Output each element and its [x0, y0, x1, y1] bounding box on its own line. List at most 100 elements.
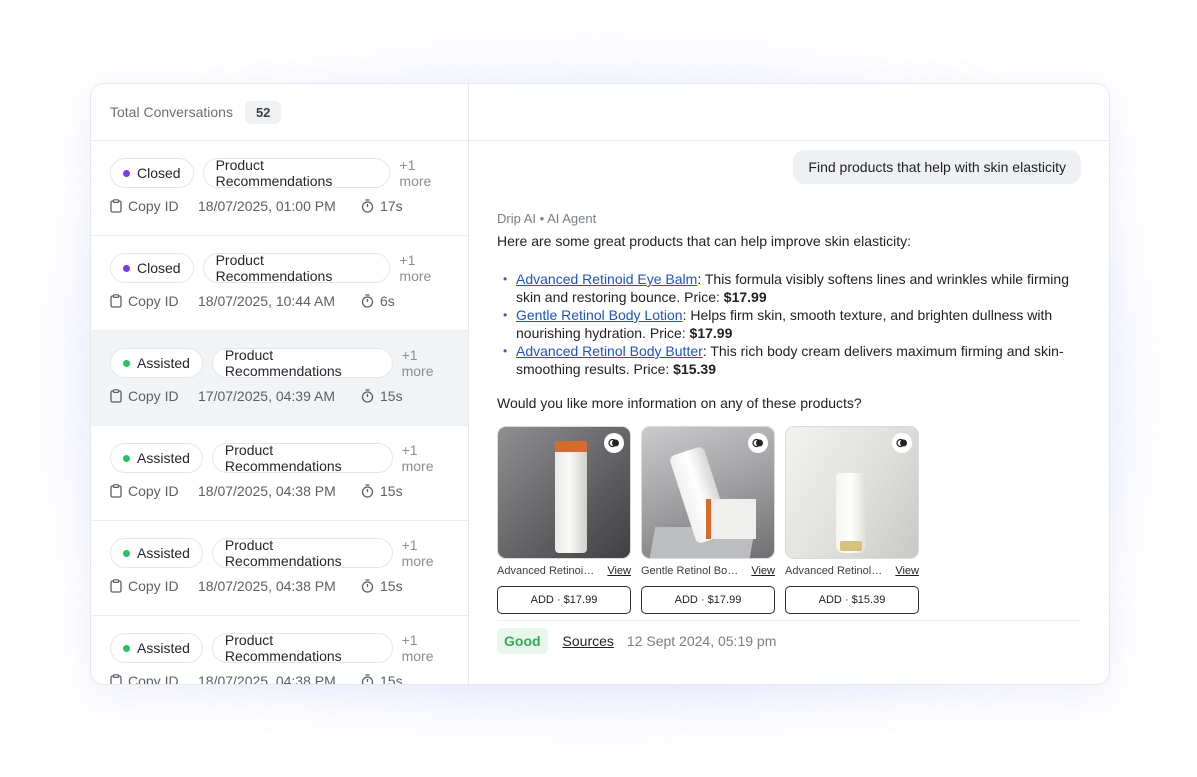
duration-label: 15s: [380, 578, 403, 594]
more-tags[interactable]: +1 more: [402, 442, 449, 474]
more-tags[interactable]: +1 more: [399, 252, 449, 284]
total-conversations-count: 52: [244, 100, 282, 124]
more-tags[interactable]: +1 more: [399, 157, 449, 189]
copy-id-button[interactable]: Copy ID: [110, 673, 198, 684]
clipboard-icon: [110, 484, 122, 498]
more-tags[interactable]: +1 more: [402, 537, 449, 569]
add-to-cart-button[interactable]: ADD · $17.99: [641, 586, 775, 614]
copy-id-button[interactable]: Copy ID: [110, 293, 198, 309]
stopwatch-icon: [361, 579, 374, 593]
conversation-item[interactable]: Assisted Product Recommendations +1 more…: [91, 331, 468, 426]
clipboard-icon: [110, 294, 122, 308]
product-tube-shape: [836, 473, 866, 553]
conversation-item[interactable]: Closed Product Recommendations +1 more C…: [91, 236, 468, 331]
add-to-cart-button[interactable]: ADD · $15.39: [785, 586, 919, 614]
total-conversations-label: Total Conversations: [110, 104, 233, 120]
view-link[interactable]: View: [751, 565, 775, 577]
status-label: Assisted: [137, 450, 190, 466]
stopwatch-icon: [361, 389, 374, 403]
divider: [497, 620, 1081, 621]
stopwatch-icon: [361, 674, 374, 684]
status-label: Assisted: [137, 545, 190, 561]
duration-label: 6s: [380, 293, 395, 309]
more-tags[interactable]: +1 more: [402, 632, 449, 664]
conversation-datetime: 18/07/2025, 10:44 AM: [198, 293, 335, 309]
product-box-shape: [706, 499, 756, 539]
product-list: Advanced Retinoid Eye Balm: This formula…: [497, 270, 1083, 378]
conversation-duration: 15s: [361, 578, 403, 594]
conversation-duration: 15s: [361, 673, 403, 684]
product-cards: Advanced Retinoid Eye Balm View ADD · $1…: [497, 426, 1083, 614]
feedback-badge[interactable]: Good: [497, 628, 548, 654]
conversation-item[interactable]: Closed Product Recommendations +1 more C…: [91, 141, 468, 236]
conversation-duration: 15s: [361, 483, 403, 499]
conversation-duration: 15s: [361, 388, 403, 404]
tag-label: Product Recommendations: [215, 157, 333, 189]
copy-id-label: Copy ID: [128, 673, 179, 684]
add-label: ADD: [674, 594, 698, 606]
conversation-list-header: Total Conversations 52: [91, 84, 468, 141]
product-image[interactable]: [497, 426, 631, 559]
view-link[interactable]: View: [607, 565, 631, 577]
status-badge: Closed: [110, 158, 194, 188]
agent-question: Would you like more information on any o…: [497, 395, 862, 411]
tag-badge: Product Recommendations: [202, 157, 391, 189]
compare-icon[interactable]: [604, 433, 624, 453]
status-label: Assisted: [137, 355, 190, 371]
product-card: Advanced Retinoid Eye Balm View ADD · $1…: [497, 426, 631, 614]
status-dot: [123, 454, 130, 462]
user-message: Find products that help with skin elasti…: [793, 150, 1081, 184]
conversation-datetime: 17/07/2025, 04:39 AM: [198, 388, 335, 404]
product-list-item: Advanced Retinoid Eye Balm: This formula…: [497, 270, 1083, 306]
product-image[interactable]: [785, 426, 919, 559]
status-dot: [123, 644, 130, 652]
copy-id-label: Copy ID: [128, 483, 179, 499]
duration-label: 17s: [380, 198, 403, 214]
add-to-cart-button[interactable]: ADD · $17.99: [497, 586, 631, 614]
product-link[interactable]: Advanced Retinoid Eye Balm: [516, 271, 697, 287]
product-link[interactable]: Advanced Retinol Body Butter: [516, 343, 703, 359]
copy-id-button[interactable]: Copy ID: [110, 198, 198, 214]
status-dot: [123, 169, 130, 177]
conversation-datetime: 18/07/2025, 01:00 PM: [198, 198, 336, 214]
tag-label: Product Recommendations: [224, 632, 342, 664]
product-card-name: Advanced Retinol Body Butter: [785, 565, 885, 577]
conversation-item[interactable]: Assisted Product Recommendations +1 more…: [91, 426, 468, 521]
conversation-duration: 17s: [361, 198, 403, 214]
conversation-item[interactable]: Assisted Product Recommendations +1 more…: [91, 521, 468, 616]
product-image[interactable]: [641, 426, 775, 559]
tag-badge: Product Recommendations: [202, 252, 391, 284]
tag-badge: Product Recommendations: [211, 632, 393, 664]
copy-id-label: Copy ID: [128, 388, 179, 404]
product-list-item: Advanced Retinol Body Butter: This rich …: [497, 342, 1083, 378]
copy-id-button[interactable]: Copy ID: [110, 483, 198, 499]
conversation-item[interactable]: Assisted Product Recommendations +1 more…: [91, 616, 468, 684]
product-price: $17.99: [723, 289, 767, 305]
more-tags[interactable]: +1 more: [402, 347, 449, 379]
add-price: $17.99: [563, 594, 598, 606]
copy-id-label: Copy ID: [128, 293, 179, 309]
add-label: ADD: [818, 594, 842, 606]
status-label: Closed: [137, 165, 181, 181]
product-bottle-shape: [555, 441, 587, 553]
conversation-list-panel: Total Conversations 52 Closed Product Re…: [91, 84, 469, 684]
clipboard-icon: [110, 389, 122, 403]
status-badge: Closed: [110, 253, 194, 283]
copy-id-button[interactable]: Copy ID: [110, 578, 198, 594]
product-list-item: Gentle Retinol Body Lotion: Helps firm s…: [497, 306, 1083, 342]
copy-id-button[interactable]: Copy ID: [110, 388, 198, 404]
status-dot: [123, 264, 130, 272]
add-label: ADD: [530, 594, 554, 606]
app-window: Total Conversations 52 Closed Product Re…: [90, 83, 1110, 685]
compare-icon[interactable]: [892, 433, 912, 453]
tag-badge: Product Recommendations: [211, 442, 393, 474]
status-label: Closed: [137, 260, 181, 276]
product-link[interactable]: Gentle Retinol Body Lotion: [516, 307, 683, 323]
compare-icon[interactable]: [748, 433, 768, 453]
duration-label: 15s: [380, 483, 403, 499]
status-badge: Assisted: [110, 633, 203, 663]
add-price: $15.39: [851, 594, 886, 606]
clipboard-icon: [110, 579, 122, 593]
view-link[interactable]: View: [895, 565, 919, 577]
sources-link[interactable]: Sources: [563, 633, 614, 649]
